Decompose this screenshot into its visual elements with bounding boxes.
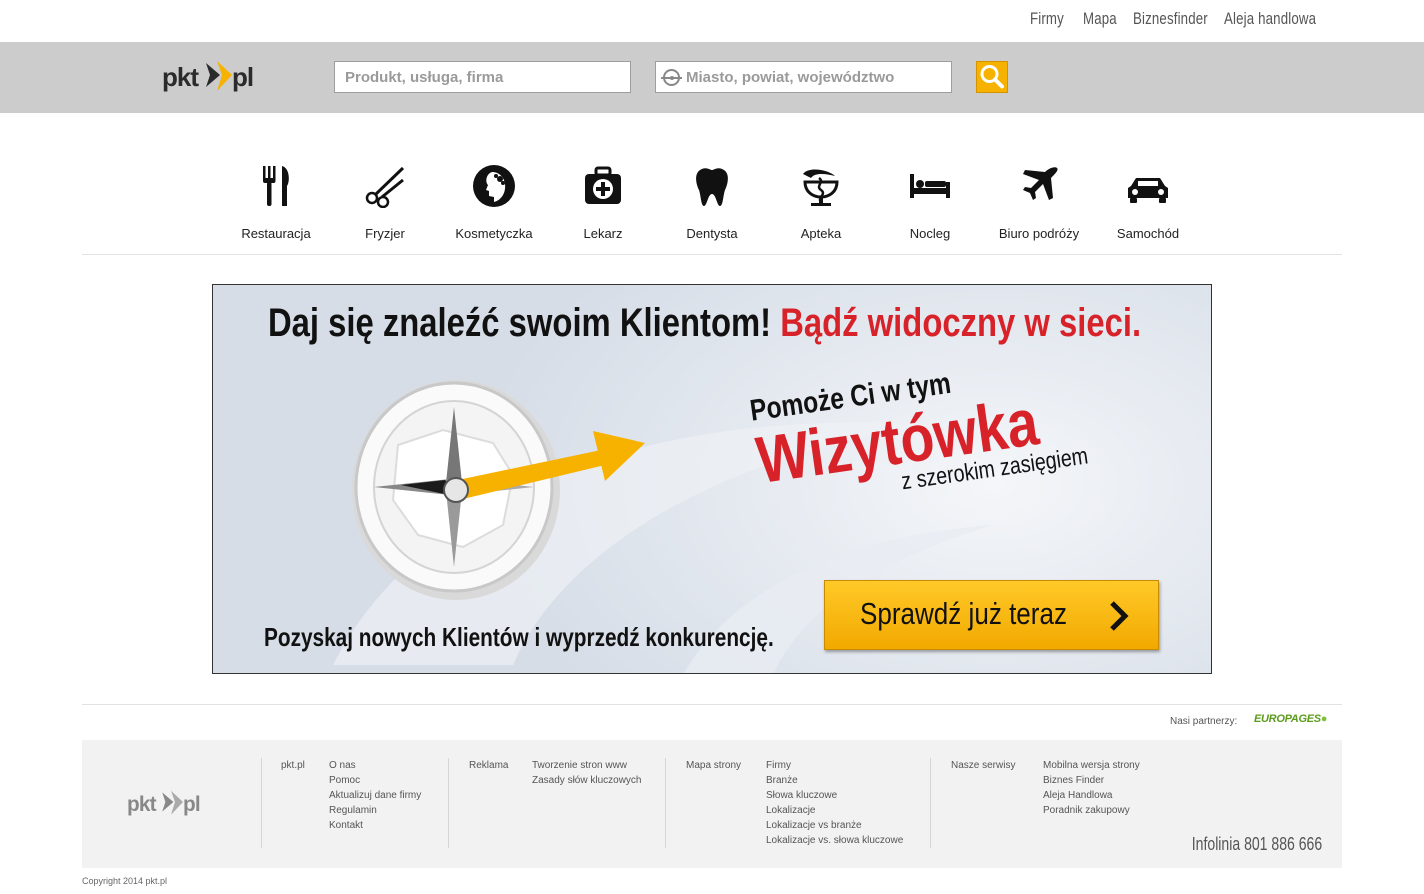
footer-links-reklama: Tworzenie stron www Zasady słów kluczowy… [532, 758, 641, 788]
category-label: Nocleg [909, 226, 951, 241]
search-what-input[interactable]: Produkt, usługa, firma [334, 61, 631, 93]
footer-logo[interactable]: pkt pl [126, 786, 208, 822]
banner-bottom-line: Pozyskaj nowych Klientów i wyprzedź konk… [264, 622, 774, 652]
bed-icon [910, 174, 950, 198]
footer-separator [261, 758, 262, 848]
footer-link[interactable]: Tworzenie stron www [532, 758, 641, 773]
beauty-face-icon [473, 165, 515, 207]
divider [82, 704, 1342, 705]
footer-link[interactable]: Aleja Handlowa [1043, 788, 1140, 803]
banner-cta-button[interactable]: Sprawdź już teraz [824, 580, 1159, 650]
category-restauracja[interactable]: Restauracja [221, 150, 331, 241]
svg-text:pl: pl [232, 62, 253, 92]
footer-link[interactable]: Biznes Finder [1043, 773, 1140, 788]
category-strip: Restauracja Fryzjer Kosmetyczka Lekarz D… [0, 150, 1424, 254]
category-lekarz[interactable]: Lekarz [548, 150, 658, 241]
footer-links-serwisy: Mobilna wersja strony Biznes Finder Alej… [1043, 758, 1140, 818]
svg-text:pkt: pkt [162, 62, 199, 92]
footer-links-pktpl: O nas Pomoc Aktualizuj dane firmy Regula… [329, 758, 421, 833]
promo-banner[interactable]: Daj się znaleźć swoim Klientom! Bądź wid… [212, 284, 1212, 674]
footer-link[interactable]: Lokalizacje vs. słowa kluczowe [766, 833, 903, 848]
category-label: Samochód [1116, 226, 1180, 241]
pharmacy-icon [803, 169, 839, 206]
copyright: Copyright 2014 pkt.pl [82, 876, 168, 886]
footer-col-title: pkt.pl [281, 760, 305, 771]
category-label: Kosmetyczka [455, 226, 533, 241]
footer-separator [448, 758, 449, 848]
footer-link[interactable]: Branże [766, 773, 903, 788]
banner-headline-red: Bądź widoczny w sieci. [780, 301, 1142, 345]
category-biuro-podrozy[interactable]: Biuro podróży [984, 150, 1094, 241]
tooth-icon [696, 168, 728, 206]
scissors-icon [365, 166, 405, 208]
category-label: Lekarz [583, 226, 623, 241]
footer-link[interactable]: Słowa kluczowe [766, 788, 903, 803]
footer-col-title: Nasze serwisy [951, 760, 1016, 771]
fork-knife-icon [263, 166, 289, 206]
europages-logo-text: EUROPAGES [1254, 713, 1321, 725]
site-logo[interactable]: pkt pl [162, 55, 262, 95]
category-nocleg[interactable]: Nocleg [875, 150, 985, 241]
footer-link[interactable]: Zasady słów kluczowych [532, 773, 641, 788]
top-navigation: Firmy Mapa Biznesfinder Aleja handlowa [0, 0, 1424, 42]
infoline-phone: Infolinia 801 886 666 [1191, 834, 1322, 854]
category-label: Dentysta [686, 226, 738, 241]
nav-link-mapa[interactable]: Mapa [1083, 9, 1117, 29]
chevron-right-icon [1110, 601, 1129, 631]
nav-link-firmy[interactable]: Firmy [1030, 9, 1064, 29]
footer-link[interactable]: Aktualizuj dane firmy [329, 788, 421, 803]
svg-text:pkt: pkt [127, 793, 157, 816]
location-crosshair-icon[interactable] [661, 69, 682, 86]
europages-logo[interactable]: EUROPAGES● [1254, 713, 1327, 725]
banner-headline: Daj się znaleźć swoim Klientom! Bądź wid… [268, 301, 1141, 346]
airplane-icon [1023, 167, 1058, 200]
medical-kit-icon [585, 166, 621, 204]
category-label: Apteka [800, 226, 842, 241]
category-samochod[interactable]: Samochód [1093, 150, 1203, 241]
footer-link[interactable]: Poradnik zakupowy [1043, 803, 1140, 818]
category-fryzjer[interactable]: Fryzjer [330, 150, 440, 241]
footer-separator [665, 758, 666, 848]
footer-separator [930, 758, 931, 848]
nav-link-aleja-handlowa[interactable]: Aleja handlowa [1224, 9, 1316, 29]
footer-link[interactable]: Firmy [766, 758, 903, 773]
nav-link-biznesfinder[interactable]: Biznesfinder [1133, 9, 1208, 29]
footer-link[interactable]: Regulamin [329, 803, 421, 818]
category-label: Fryzjer [365, 226, 405, 241]
category-label: Restauracja [241, 226, 311, 241]
footer-col-title: Mapa strony [686, 760, 742, 771]
svg-text:pl: pl [183, 793, 200, 816]
footer-link[interactable]: Kontakt [329, 818, 421, 833]
category-dentysta[interactable]: Dentysta [657, 150, 767, 241]
cta-label: Sprawdź już teraz [860, 596, 1067, 631]
category-label: Biuro podróży [998, 226, 1080, 241]
footer-col-title: Reklama [469, 760, 509, 771]
footer-links-mapa: Firmy Branże Słowa kluczowe Lokalizacje … [766, 758, 903, 848]
category-apteka[interactable]: Apteka [766, 150, 876, 241]
search-where-input[interactable]: Miasto, powiat, województwo [655, 61, 952, 93]
search-bar: pkt pl Produkt, usługa, firma Miasto, po… [0, 42, 1424, 113]
footer-link[interactable]: Lokalizacje [766, 803, 903, 818]
footer-link[interactable]: Pomoc [329, 773, 421, 788]
footer-link[interactable]: O nas [329, 758, 421, 773]
footer: pkt pl pkt.pl O nas Pomoc Aktualizuj dan… [82, 740, 1342, 868]
search-where-placeholder: Miasto, powiat, województwo [686, 69, 895, 86]
partners-label: Nasi partnerzy: [1170, 716, 1238, 727]
footer-link[interactable]: Mobilna wersja strony [1043, 758, 1140, 773]
divider [82, 254, 1342, 255]
search-button[interactable] [976, 61, 1008, 93]
footer-link[interactable]: Lokalizacje vs branże [766, 818, 903, 833]
banner-headline-black: Daj się znaleźć swoim Klientom! [268, 301, 772, 345]
search-icon [980, 65, 1004, 89]
car-icon [1128, 178, 1168, 203]
category-kosmetyczka[interactable]: Kosmetyczka [439, 150, 549, 241]
